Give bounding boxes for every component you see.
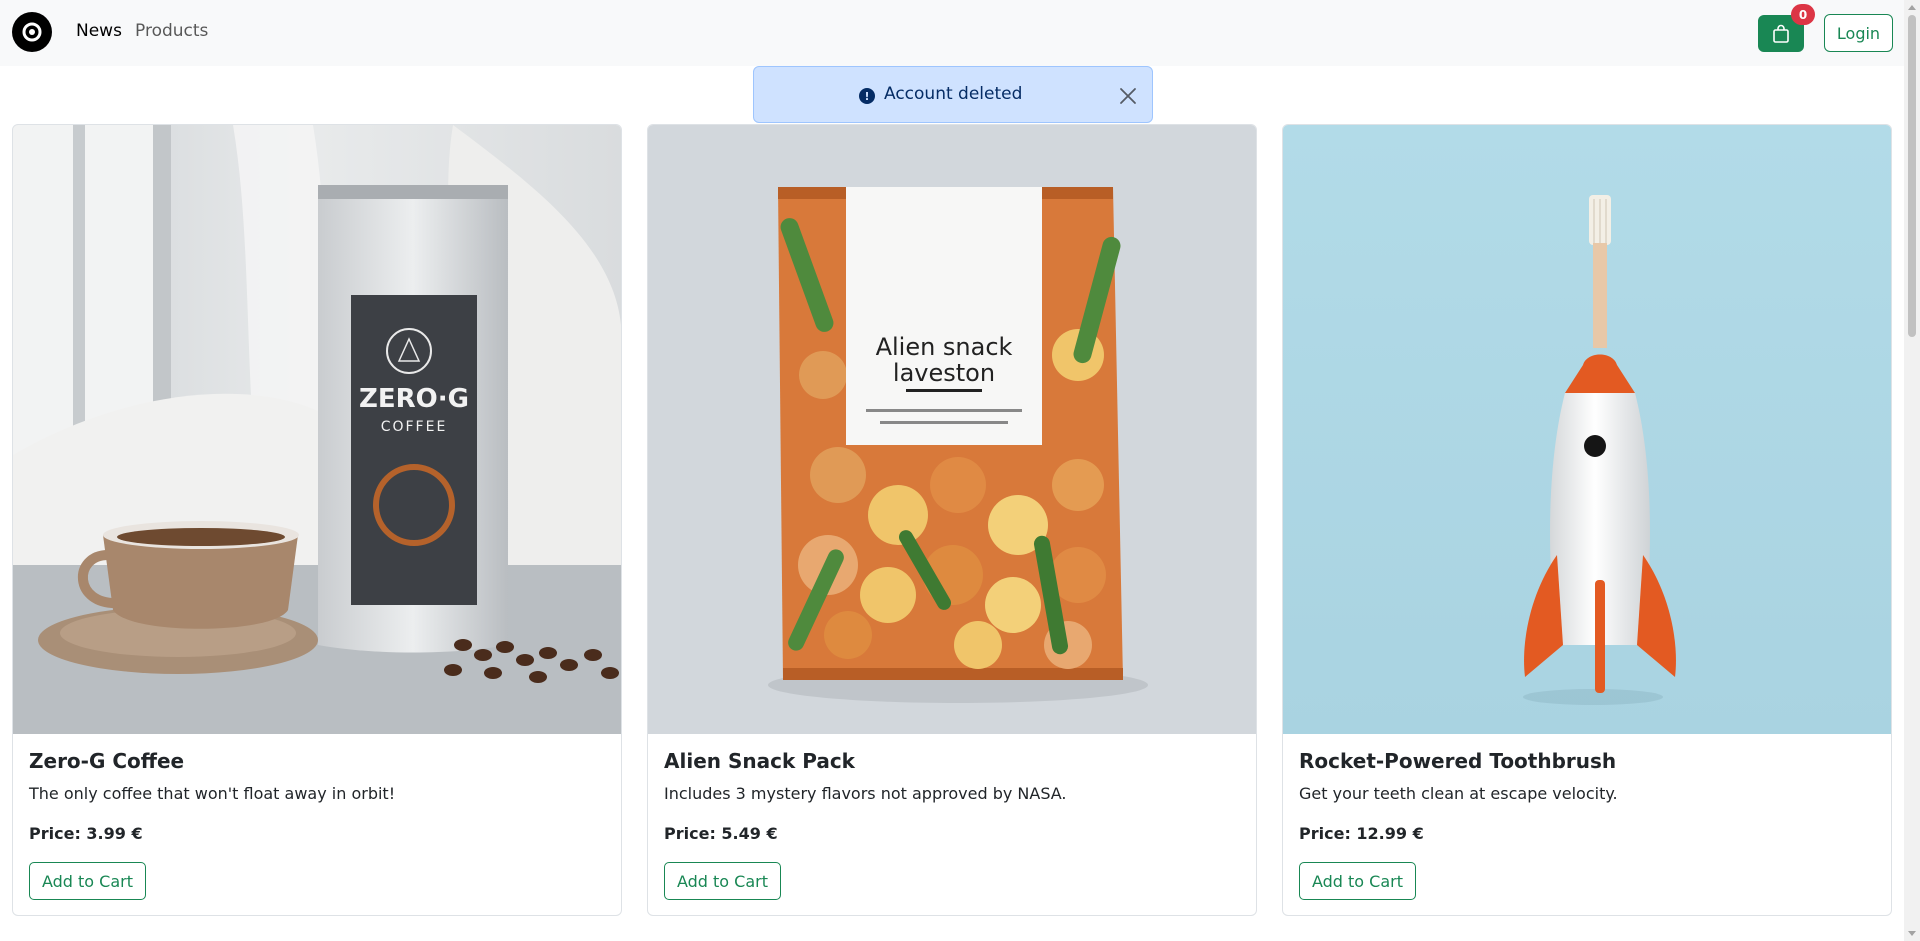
scroll-up-arrow-icon[interactable] (1908, 5, 1916, 10)
close-icon[interactable] (1118, 86, 1138, 106)
navbar: News Products 0 Login (0, 0, 1920, 66)
target-logo-icon[interactable] (12, 12, 52, 52)
package-line-1: Alien snack (876, 333, 1013, 361)
exclamation-circle-icon: ! (859, 88, 875, 104)
alert-account-deleted: ! Account deleted (753, 66, 1153, 123)
product-title: Zero-G Coffee (29, 749, 185, 773)
product-title: Rocket-Powered Toothbrush (1299, 749, 1617, 773)
product-price: Price: 5.49 € (664, 824, 778, 843)
product-image-snack: Alien snack laveston (648, 125, 1256, 734)
scrollbar-thumb[interactable] (1908, 15, 1916, 337)
product-description: Includes 3 mystery flavors not approved … (664, 784, 1067, 803)
add-to-cart-button[interactable]: Add to Cart (29, 862, 146, 900)
product-image-coffee: ZERO·G COFFEE (13, 125, 621, 734)
product-description: Get your teeth clean at escape velocity. (1299, 784, 1618, 803)
shopping-bag-icon (1773, 24, 1789, 43)
product-price: Price: 3.99 € (29, 824, 143, 843)
nav-link-products[interactable]: Products (135, 21, 208, 41)
package-brand: ZERO·G (359, 384, 469, 414)
package-line-2: laveston (893, 359, 995, 387)
login-button[interactable]: Login (1824, 14, 1893, 52)
product-description: The only coffee that won't float away in… (29, 784, 396, 803)
add-to-cart-button[interactable]: Add to Cart (1299, 862, 1416, 900)
product-price: Price: 12.99 € (1299, 824, 1424, 843)
product-card-zero-g-coffee: ZERO·G COFFEE Zero-G Coffee The only cof… (12, 124, 622, 916)
scroll-down-arrow-icon[interactable] (1908, 931, 1916, 936)
page-scrollbar[interactable] (1904, 0, 1920, 941)
cart-count-badge: 0 (1791, 4, 1815, 25)
alert-message: Account deleted (884, 84, 1023, 104)
product-card-rocket-toothbrush: Rocket-Powered Toothbrush Get your teeth… (1282, 124, 1892, 916)
add-to-cart-button[interactable]: Add to Cart (664, 862, 781, 900)
product-title: Alien Snack Pack (664, 749, 855, 773)
package-sub: COFFEE (381, 419, 448, 435)
nav-link-news[interactable]: News (76, 21, 122, 41)
product-card-alien-snack-pack: Alien snack laveston Alien Snack Pack In… (647, 124, 1257, 916)
product-image-toothbrush (1283, 125, 1891, 734)
